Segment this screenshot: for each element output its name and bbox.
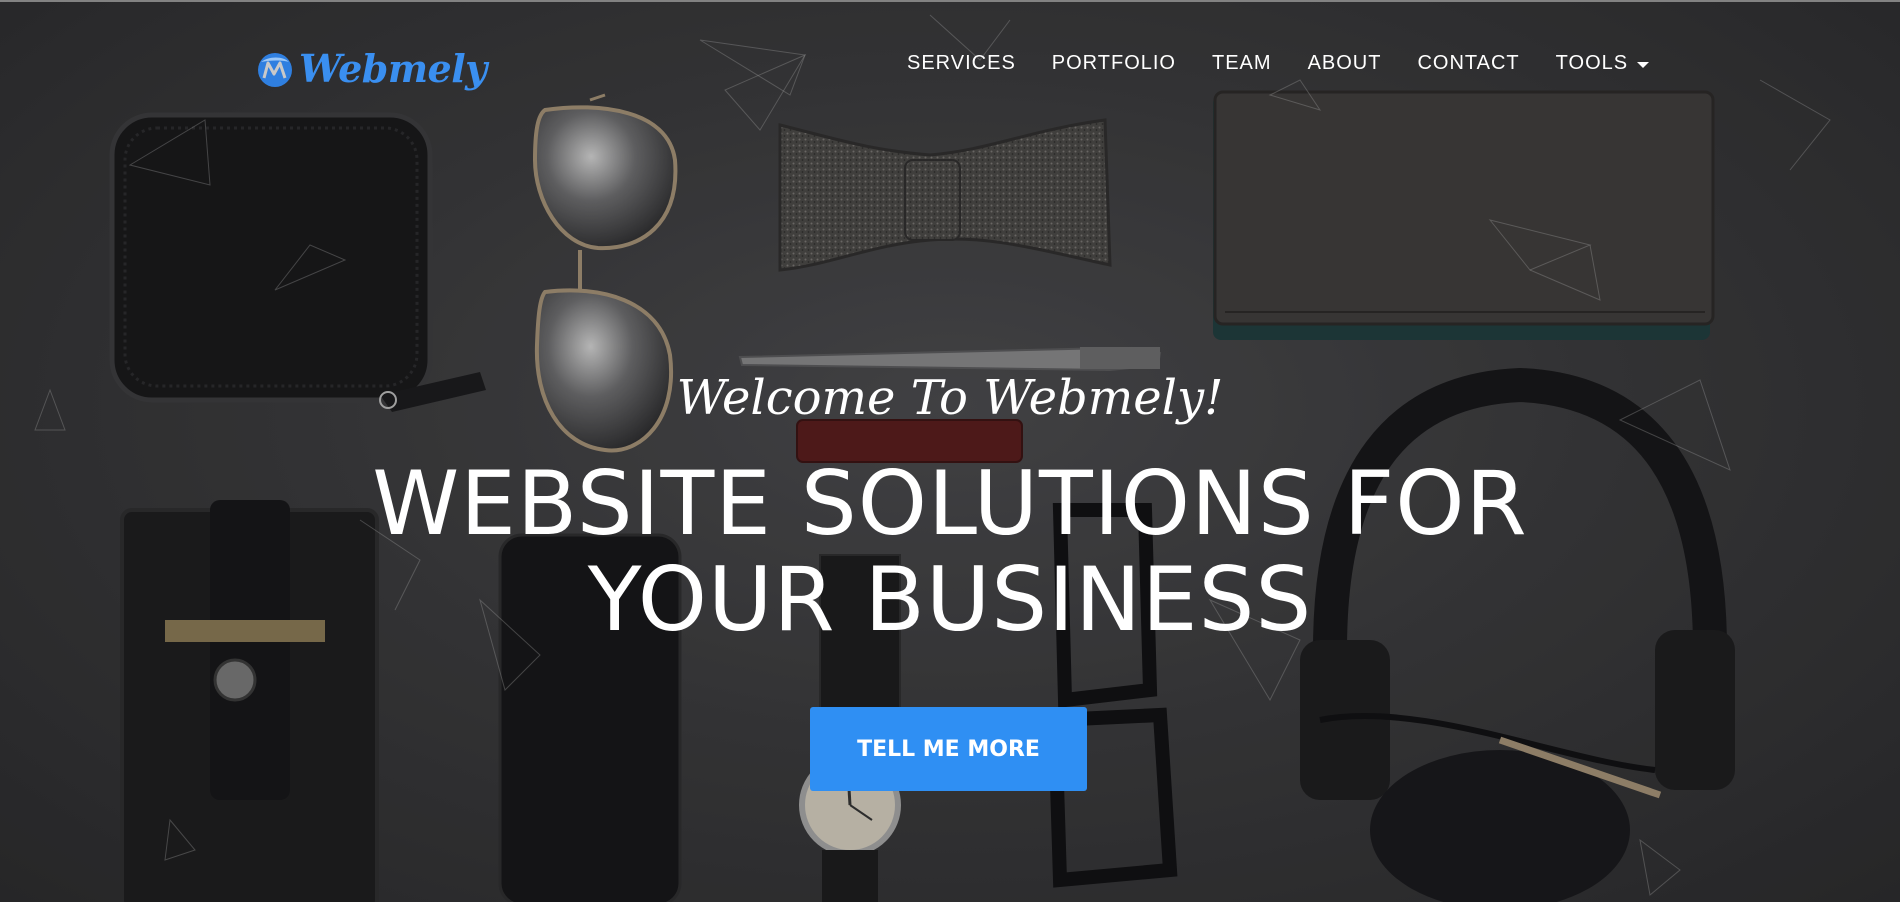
brand-logo-link[interactable]: Webmely (255, 46, 487, 91)
brand-name: Webmely (299, 46, 487, 91)
nav-item-portfolio[interactable]: PORTFOLIO (1052, 52, 1176, 75)
webmely-logo-icon (258, 52, 292, 87)
hero-section: Webmely SERVICES PORTFOLIO TEAM ABOUT CO… (0, 0, 1900, 902)
nav-item-tools-dropdown[interactable]: TOOLS (1555, 52, 1650, 75)
nav-item-contact[interactable]: CONTACT (1417, 52, 1519, 75)
tools-label: TOOLS (1555, 52, 1629, 74)
tell-me-more-button[interactable]: TELL ME MORE (810, 707, 1087, 791)
nav-item-services[interactable]: SERVICES (907, 52, 1016, 75)
caret-down-icon (1637, 61, 1650, 68)
hero-welcome-text: Welcome To Webmely! (676, 370, 1224, 426)
hero-headline: WEBSITE SOLUTIONS FOR YOUR BUSINESS (0, 456, 1900, 648)
hero-headline-line2: YOUR BUSINESS (587, 548, 1313, 651)
nav-item-about[interactable]: ABOUT (1308, 52, 1382, 75)
navbar: Webmely SERVICES PORTFOLIO TEAM ABOUT CO… (0, 0, 1900, 130)
nav-menu: SERVICES PORTFOLIO TEAM ABOUT CONTACT TO… (907, 52, 1650, 75)
nav-item-team[interactable]: TEAM (1212, 52, 1272, 75)
hero-headline-line1: WEBSITE SOLUTIONS FOR (372, 452, 1528, 555)
